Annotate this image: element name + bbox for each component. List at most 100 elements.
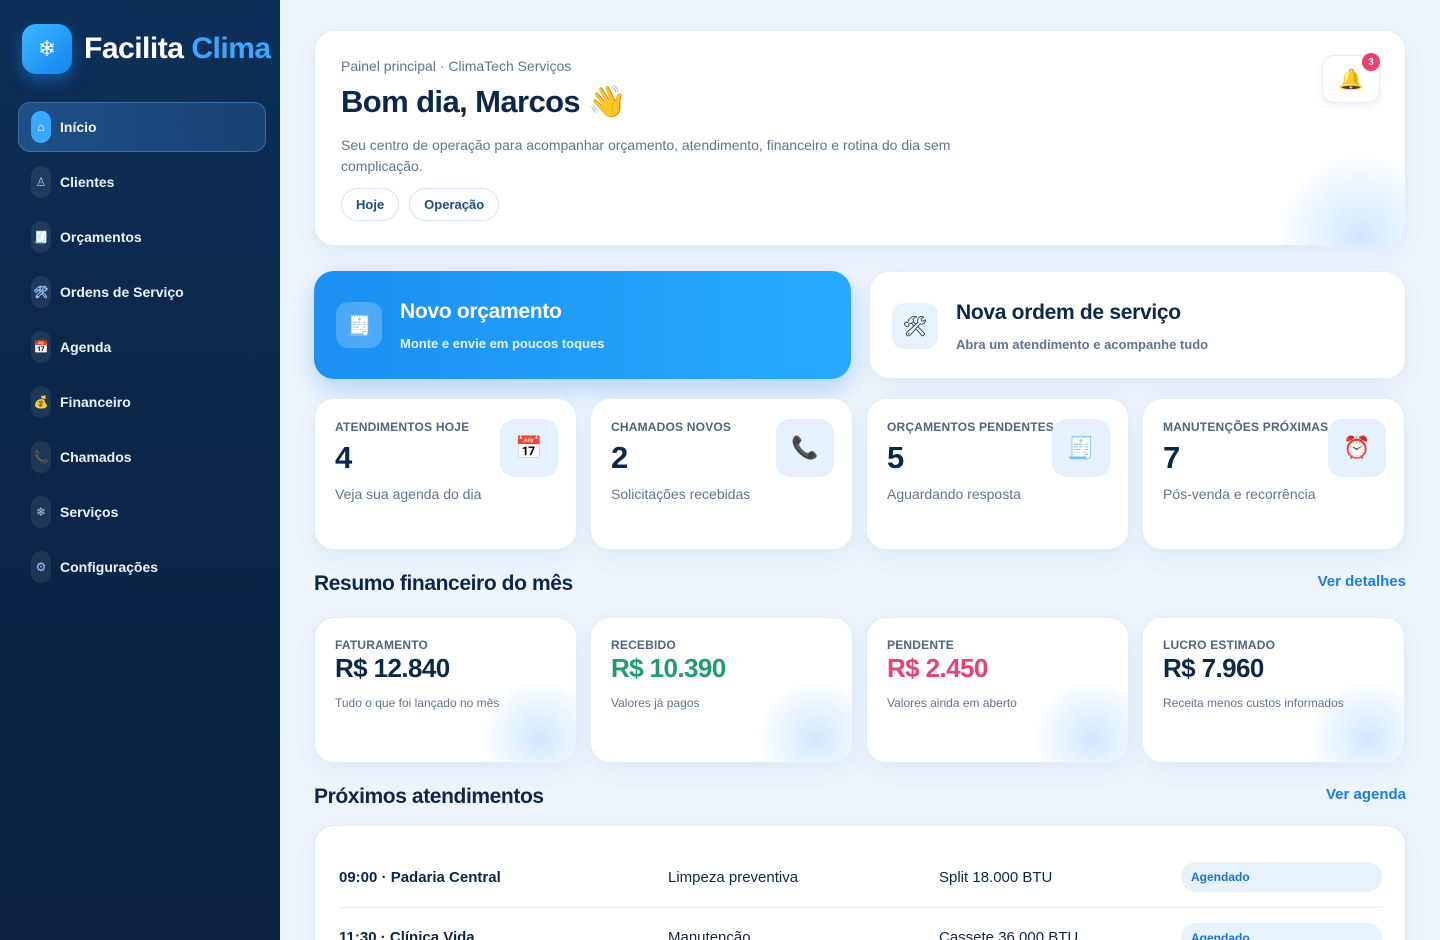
sidebar-item-clientes[interactable]: ♙ Clientes — [18, 157, 266, 207]
finance-label: LUCRO ESTIMADO — [1163, 638, 1276, 652]
new-quote-button[interactable]: 🧾 Novo orçamento Monte e envie em poucos… — [314, 271, 851, 379]
finance-label: FATURAMENTO — [335, 638, 429, 652]
calendar-icon: 📅 — [31, 331, 51, 363]
sidebar-item-chamados[interactable]: 📞 Chamados — [18, 432, 266, 482]
brand-name-part1: Facilita — [84, 32, 184, 65]
finance-value: R$ 2.450 — [887, 653, 988, 683]
brand-name: Facilita Clima — [84, 32, 271, 66]
sidebar-item-label: Financeiro — [60, 394, 131, 410]
money-bag-icon: 💰 — [31, 386, 51, 418]
stat-description: Aguardando resposta — [887, 486, 1021, 502]
sidebar-item-financeiro[interactable]: 💰 Financeiro — [18, 377, 266, 427]
stat-value: 5 — [887, 440, 905, 475]
status-badge: Agendado — [1181, 862, 1382, 892]
finance-card-faturamento: FATURAMENTO R$ 12.840 Tudo o que foi lan… — [314, 617, 577, 763]
sidebar-item-label: Início — [60, 119, 97, 135]
appointment-service: Manutenção — [668, 929, 751, 940]
tools-icon: 🛠 — [892, 303, 938, 349]
finance-description: Valores já pagos — [611, 696, 700, 710]
sidebar-item-orcamentos[interactable]: 🧾 Orçamentos — [18, 212, 266, 262]
chip-hoje[interactable]: Hoje — [341, 188, 400, 221]
stat-label: CHAMADOS NOVOS — [611, 420, 732, 434]
sidebar-item-label: Serviços — [60, 504, 119, 520]
breadcrumb: Painel principal · ClimaTech Serviços — [341, 58, 572, 74]
appointment-time-client: 11:30 · Clínica Vida — [339, 929, 475, 940]
bell-icon: 🔔 — [1338, 68, 1364, 91]
decorative-glow — [1032, 678, 1128, 762]
home-icon: ⌂ — [31, 111, 51, 143]
finance-description: Tudo o que foi lançado no mês — [335, 696, 500, 710]
page-title: Bom dia, Marcos 👋 — [341, 84, 627, 119]
snowflake-icon: ❄ — [22, 24, 72, 74]
stat-description: Pós-venda e recorrência — [1163, 486, 1316, 502]
list-item[interactable]: 09:00 · Padaria Central Limpeza preventi… — [339, 847, 1383, 907]
gear-icon: ⚙ — [31, 551, 51, 583]
agenda-link[interactable]: Ver agenda — [1326, 786, 1406, 803]
stat-card-chamados-novos[interactable]: CHAMADOS NOVOS 2 Solicitações recebidas … — [590, 398, 853, 550]
sidebar-item-configuracoes[interactable]: ⚙ Configurações — [18, 542, 266, 592]
filter-chips: Hoje Operação — [341, 188, 500, 221]
finance-value: R$ 10.390 — [611, 653, 726, 683]
brand-name-part2: Clima — [191, 32, 271, 65]
list-item[interactable]: 11:30 · Clínica Vida Manutenção Cassete … — [339, 907, 1383, 940]
tools-icon: 🛠 — [31, 276, 51, 308]
phone-icon: 📞 — [776, 419, 834, 477]
stat-value: 4 — [335, 440, 353, 475]
brand[interactable]: ❄ Facilita Clima — [22, 24, 271, 74]
stat-label: ATENDIMENTOS HOJE — [335, 420, 470, 434]
finance-value: R$ 7.960 — [1163, 653, 1264, 683]
sidebar-nav: ⌂ Início ♙ Clientes 🧾 Orçamentos 🛠 Orden… — [18, 102, 266, 597]
stat-value: 7 — [1163, 440, 1181, 475]
new-service-order-button[interactable]: 🛠 Nova ordem de serviço Abra um atendime… — [869, 271, 1406, 379]
sidebar-item-label: Clientes — [60, 174, 115, 190]
finance-label: PENDENTE — [887, 638, 954, 652]
finance-details-link[interactable]: Ver detalhes — [1318, 573, 1406, 590]
snowflake-icon: ❄ — [31, 496, 51, 528]
sidebar-item-label: Chamados — [60, 449, 132, 465]
sidebar-item-label: Ordens de Serviço — [60, 284, 184, 300]
stat-card-manutencoes-proximas[interactable]: MANUTENÇÕES PRÓXIMAS 7 Pós-venda e recor… — [1142, 398, 1405, 550]
page-description: Seu centro de operação para acompanhar o… — [341, 137, 951, 174]
finance-card-lucro-estimado: LUCRO ESTIMADO R$ 7.960 Receita menos cu… — [1142, 617, 1405, 763]
sidebar-item-label: Configurações — [60, 559, 159, 575]
welcome-card: Painel principal · ClimaTech Serviços Bo… — [314, 30, 1406, 246]
calendar-icon: 📅 — [500, 419, 558, 477]
finance-value: R$ 12.840 — [335, 653, 450, 683]
appointments-list: 09:00 · Padaria Central Limpeza preventi… — [314, 825, 1406, 940]
finance-section-title: Resumo financeiro do mês — [314, 572, 573, 595]
finance-description: Receita menos custos informados — [1163, 696, 1344, 710]
phone-icon: 📞 — [31, 441, 51, 473]
appointment-equipment: Split 18.000 BTU — [939, 868, 1053, 886]
stat-label: MANUTENÇÕES PRÓXIMAS — [1163, 420, 1329, 434]
appointments-section-title: Próximos atendimentos — [314, 785, 544, 808]
sidebar-item-label: Orçamentos — [60, 229, 142, 245]
sidebar-item-agenda[interactable]: 📅 Agenda — [18, 322, 266, 372]
action-subtitle: Monte e envie em poucos toques — [400, 336, 605, 351]
action-title: Nova ordem de serviço — [956, 301, 1181, 324]
stat-value: 2 — [611, 440, 629, 475]
decorative-glow — [756, 678, 852, 762]
finance-description: Valores ainda em aberto — [887, 696, 1017, 710]
stat-card-atendimentos-hoje[interactable]: ATENDIMENTOS HOJE 4 Veja sua agenda do d… — [314, 398, 577, 550]
finance-label: RECEBIDO — [611, 638, 676, 652]
sidebar-item-ordens-de-servico[interactable]: 🛠 Ordens de Serviço — [18, 267, 266, 317]
notifications-button[interactable]: 🔔 3 — [1322, 53, 1380, 103]
action-subtitle: Abra um atendimento e acompanhe tudo — [956, 337, 1209, 352]
stat-description: Solicitações recebidas — [611, 486, 751, 502]
decorative-glow — [480, 678, 576, 762]
status-badge: Agendado — [1181, 922, 1382, 940]
stat-card-orcamentos-pendentes[interactable]: ORÇAMENTOS PENDENTES 5 Aguardando respos… — [866, 398, 1129, 550]
sidebar-item-label: Agenda — [60, 339, 112, 355]
receipt-icon: 🧾 — [336, 302, 382, 348]
appointment-service: Limpeza preventiva — [668, 868, 799, 886]
receipt-icon: 🧾 — [1052, 419, 1110, 477]
decorative-glow — [1275, 151, 1405, 245]
sidebar-item-inicio[interactable]: ⌂ Início — [18, 102, 266, 152]
notification-count-badge: 3 — [1362, 53, 1380, 71]
finance-card-pendente: PENDENTE R$ 2.450 Valores ainda em abert… — [866, 617, 1129, 763]
user-icon: ♙ — [31, 166, 51, 198]
chip-operacao[interactable]: Operação — [409, 188, 500, 221]
sidebar-item-servicos[interactable]: ❄ Serviços — [18, 487, 266, 537]
appointment-time-client: 09:00 · Padaria Central — [339, 868, 501, 886]
decorative-glow — [1308, 678, 1404, 762]
